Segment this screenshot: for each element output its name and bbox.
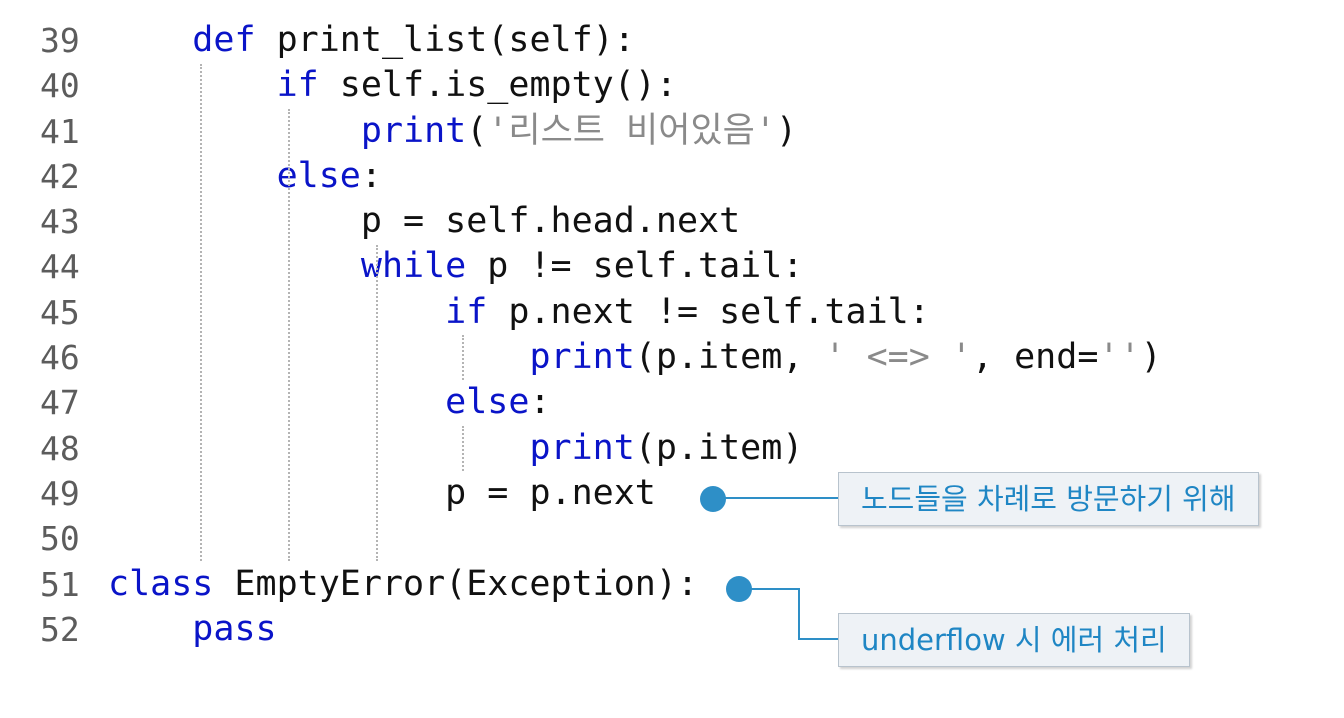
annotation-underflow: underflow 시 에러 처리: [838, 613, 1190, 667]
line-number: 49: [40, 473, 80, 513]
keyword-token: def: [192, 20, 256, 60]
line-number: 39: [40, 21, 80, 60]
indent-guide: [462, 335, 464, 380]
string-token: ' <=> ': [824, 337, 972, 378]
code-token: print_list(self):: [255, 20, 635, 60]
keyword-token: print: [529, 427, 635, 468]
code-text: def print_list(self):: [108, 18, 635, 63]
keyword-token: if: [445, 291, 488, 332]
indent-guide: [376, 245, 378, 561]
line-number: 48: [40, 428, 80, 468]
code-text: if self.is_empty():: [108, 63, 677, 108]
code-token: (p.item): [634, 427, 804, 468]
code-text: p = p.next: [108, 471, 656, 516]
keyword-token: else: [445, 382, 530, 423]
code-text: print('리스트 비어있음'): [108, 109, 797, 154]
annotation-connector: [724, 497, 840, 499]
code-token: :: [360, 155, 382, 196]
line-number: 42: [40, 156, 80, 196]
code-token: :: [529, 382, 551, 423]
keyword-token: pass: [192, 608, 277, 649]
code-token: ): [775, 110, 798, 151]
annotation-marker: [726, 576, 752, 602]
line-number: 50: [40, 519, 80, 559]
keyword-token: print: [529, 337, 635, 378]
code-text: p = self.head.next: [108, 199, 740, 244]
line-number: 40: [40, 66, 80, 106]
code-token: p.next != self.tail:: [487, 291, 930, 332]
code-token: (: [466, 110, 488, 151]
code-token: (p.item,: [634, 337, 825, 378]
code-text: class EmptyError(Exception):: [108, 562, 698, 607]
line-number: 43: [40, 202, 80, 242]
keyword-token: print: [360, 110, 467, 151]
indent-guide: [462, 426, 464, 471]
line-number: 47: [40, 383, 80, 423]
code-text: pass: [108, 607, 277, 652]
code-text: while p != self.tail:: [108, 244, 804, 289]
annotation-connector: [798, 638, 840, 640]
string-token: '': [1098, 337, 1141, 378]
annotation-marker: [700, 486, 726, 512]
code-text: else:: [108, 154, 382, 199]
code-token: p = p.next: [445, 472, 656, 513]
code-line: 51 class EmptyError(Exception):: [0, 561, 1344, 607]
code-token: EmptyError(Exception):: [213, 563, 699, 604]
code-token: p != self.tail:: [466, 246, 804, 287]
code-token: , end=: [971, 337, 1099, 378]
line-number: 44: [40, 247, 80, 287]
keyword-token: class: [108, 563, 214, 604]
string-token: '리스트 비어있음': [487, 110, 776, 151]
annotation-traverse: 노드들을 차례로 방문하기 위해: [838, 472, 1259, 526]
code-line: 39 def print_list(self):: [0, 18, 1344, 64]
code-token: ): [1140, 337, 1162, 378]
code-text: if p.next != self.tail:: [108, 290, 930, 335]
line-number: 45: [40, 292, 80, 332]
code-text: print(p.item): [108, 426, 803, 471]
keyword-token: if: [276, 65, 319, 106]
code-token: self.is_empty():: [318, 65, 677, 106]
annotation-connector: [798, 588, 800, 640]
annotation-connector: [750, 588, 800, 590]
line-number: 51: [40, 564, 80, 604]
code-text: print(p.item, ' <=> ', end=''): [108, 335, 1162, 380]
line-number: 41: [40, 111, 80, 151]
indent-guide: [288, 109, 290, 561]
indent-guide: [200, 64, 202, 561]
line-number: 46: [40, 338, 80, 378]
line-number: 52: [40, 609, 80, 649]
code-token: p = self.head.next: [360, 201, 741, 242]
code-text: else:: [108, 380, 551, 425]
